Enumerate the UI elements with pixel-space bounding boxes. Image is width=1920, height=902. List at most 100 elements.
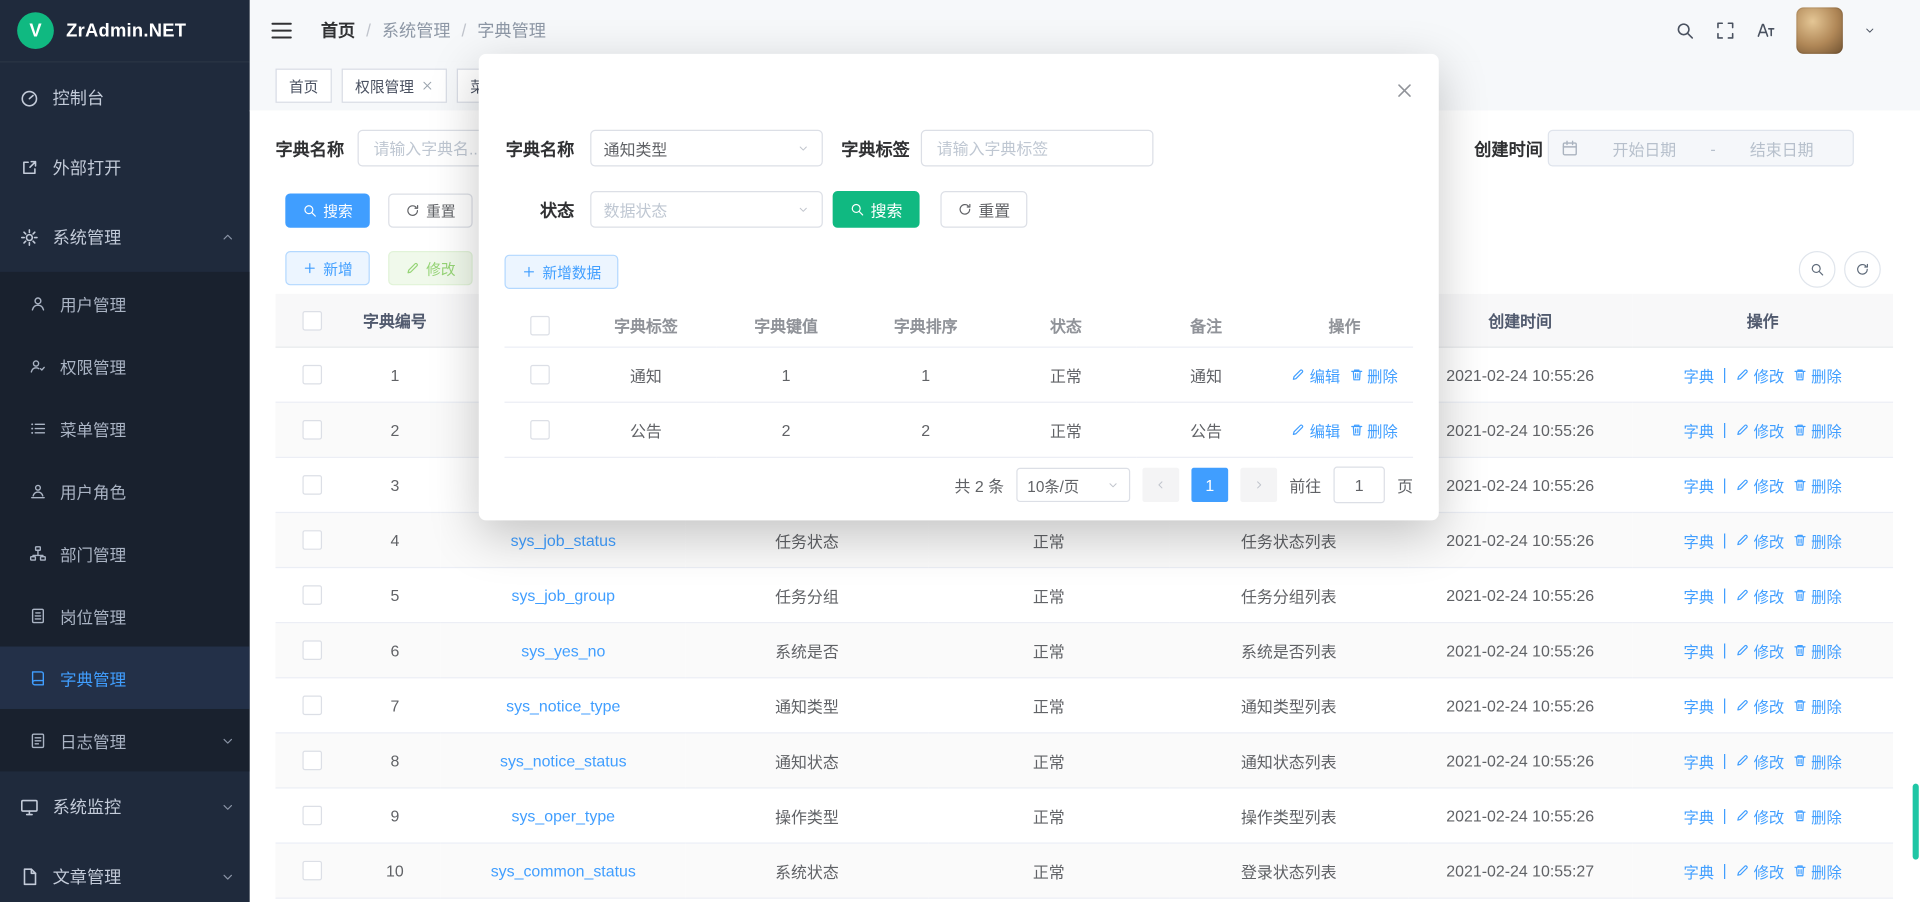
avatar[interactable] [1796,7,1843,54]
sidebar-item-logs[interactable]: 日志管理 [0,709,250,771]
dict-data-link[interactable]: 字典 [1683,473,1714,496]
sidebar-item-monitor[interactable]: 系统监控 [0,771,250,841]
row-edit-link[interactable]: 编辑 [1291,418,1340,441]
row-checkbox[interactable] [530,365,550,385]
sidebar-item-dictionary[interactable]: 字典管理 [0,647,250,709]
row-delete-link[interactable]: 删除 [1793,694,1842,717]
row-edit-link[interactable]: 修改 [1735,694,1784,717]
row-delete-link[interactable]: 删除 [1793,583,1842,606]
dict-type-link[interactable]: sys_job_group [511,586,615,604]
goto-page-input[interactable] [1333,467,1384,504]
row-delete-link[interactable]: 删除 [1793,528,1842,551]
dialog-dict-name-select[interactable]: 通知类型 [590,130,823,167]
dict-data-link[interactable]: 字典 [1683,859,1714,882]
row-checkbox[interactable] [302,861,322,881]
sidebar-item-posts[interactable]: 岗位管理 [0,584,250,646]
sidebar-item-external[interactable]: 外部打开 [0,132,250,202]
dict-data-link[interactable]: 字典 [1683,363,1714,386]
row-edit-link[interactable]: 修改 [1735,804,1784,827]
row-delete-link[interactable]: 删除 [1793,804,1842,827]
close-icon[interactable] [421,80,433,92]
reset-button[interactable]: 重置 [388,193,473,227]
dict-data-link[interactable]: 字典 [1683,418,1714,441]
edit-button[interactable]: 修改 [388,251,473,285]
row-edit-link[interactable]: 修改 [1735,363,1784,386]
dict-created-cell: 2021-02-24 10:55:26 [1408,568,1632,623]
row-checkbox[interactable] [302,365,322,385]
dict-type-link[interactable]: sys_oper_type [511,806,615,824]
dict-type-link[interactable]: sys_job_status [511,531,616,549]
dict-type-link[interactable]: sys_yes_no [521,641,605,659]
row-edit-link[interactable]: 修改 [1735,418,1784,441]
breadcrumb-home[interactable]: 首页 [321,18,355,42]
row-checkbox[interactable] [302,641,322,661]
row-edit-link[interactable]: 编辑 [1291,363,1340,386]
scrollbar-thumb[interactable] [1913,784,1919,860]
caret-down-icon[interactable] [1864,24,1876,36]
page-number-button[interactable]: 1 [1191,468,1228,502]
sidebar-item-articles[interactable]: 文章管理 [0,841,250,902]
select-all-checkbox[interactable] [530,316,550,336]
row-delete-link[interactable]: 删除 [1793,473,1842,496]
row-edit-link[interactable]: 修改 [1735,639,1784,662]
row-checkbox[interactable] [530,420,550,440]
sidebar-item-departments[interactable]: 部门管理 [0,522,250,584]
refresh-table-button[interactable] [1844,251,1881,288]
dict-type-link[interactable]: sys_notice_status [500,751,627,769]
select-all-checkbox[interactable] [302,311,322,331]
row-edit-link[interactable]: 修改 [1735,583,1784,606]
dict-type-link[interactable]: sys_notice_type [506,696,620,714]
next-page-button[interactable] [1240,468,1277,502]
close-icon[interactable] [1395,81,1415,101]
add-button[interactable]: 新增 [285,251,370,285]
tab-home[interactable]: 首页 [276,69,332,103]
dict-data-link[interactable]: 字典 [1683,749,1714,772]
breadcrumb-system[interactable]: 系统管理 [382,18,451,42]
sidebar-item-menus[interactable]: 菜单管理 [0,397,250,459]
dialog-dict-label-input[interactable] [921,130,1154,167]
row-checkbox[interactable] [302,531,322,551]
sidebar-item-users[interactable]: 用户管理 [0,272,250,334]
sidebar-item-console[interactable]: 控制台 [0,62,250,132]
row-delete-link[interactable]: 删除 [1793,749,1842,772]
row-edit-link[interactable]: 修改 [1735,528,1784,551]
dict-type-link[interactable]: sys_common_status [491,861,636,879]
row-checkbox[interactable] [302,586,322,606]
dict-data-link[interactable]: 字典 [1683,804,1714,827]
row-delete-link[interactable]: 删除 [1793,418,1842,441]
row-delete-link[interactable]: 删除 [1349,363,1398,386]
dict-data-link[interactable]: 字典 [1683,694,1714,717]
show-search-toggle-button[interactable] [1799,251,1836,288]
date-range-picker[interactable]: 开始日期 - 结束日期 [1548,130,1854,167]
add-data-button[interactable]: 新增数据 [504,255,618,289]
search-icon[interactable] [1675,21,1695,41]
row-checkbox[interactable] [302,420,322,440]
row-edit-link[interactable]: 修改 [1735,749,1784,772]
row-checkbox[interactable] [302,475,322,495]
page-size-select[interactable]: 10条/页 [1016,468,1130,502]
row-delete-link[interactable]: 删除 [1793,363,1842,386]
hamburger-icon[interactable] [269,18,293,42]
sidebar-item-roles[interactable]: 用户角色 [0,459,250,521]
row-checkbox[interactable] [302,806,322,826]
row-delete-link[interactable]: 删除 [1349,418,1398,441]
dict-data-link[interactable]: 字典 [1683,639,1714,662]
search-button[interactable]: 搜索 [285,193,370,227]
dialog-status-select[interactable]: 数据状态 [590,191,823,228]
sidebar-item-system[interactable]: 系统管理 [0,202,250,272]
fullscreen-icon[interactable] [1716,21,1736,41]
font-size-icon[interactable] [1756,21,1776,41]
row-delete-link[interactable]: 删除 [1793,639,1842,662]
prev-page-button[interactable] [1142,468,1179,502]
row-checkbox[interactable] [302,751,322,771]
sidebar-item-permissions[interactable]: 权限管理 [0,334,250,396]
row-checkbox[interactable] [302,696,322,716]
dialog-search-button[interactable]: 搜索 [833,191,920,228]
row-edit-link[interactable]: 修改 [1735,859,1784,882]
dict-data-link[interactable]: 字典 [1683,528,1714,551]
dict-data-link[interactable]: 字典 [1683,583,1714,606]
row-delete-link[interactable]: 删除 [1793,859,1842,882]
tab-permissions[interactable]: 权限管理 [342,69,447,103]
row-edit-link[interactable]: 修改 [1735,473,1784,496]
dialog-reset-button[interactable]: 重置 [940,191,1027,228]
